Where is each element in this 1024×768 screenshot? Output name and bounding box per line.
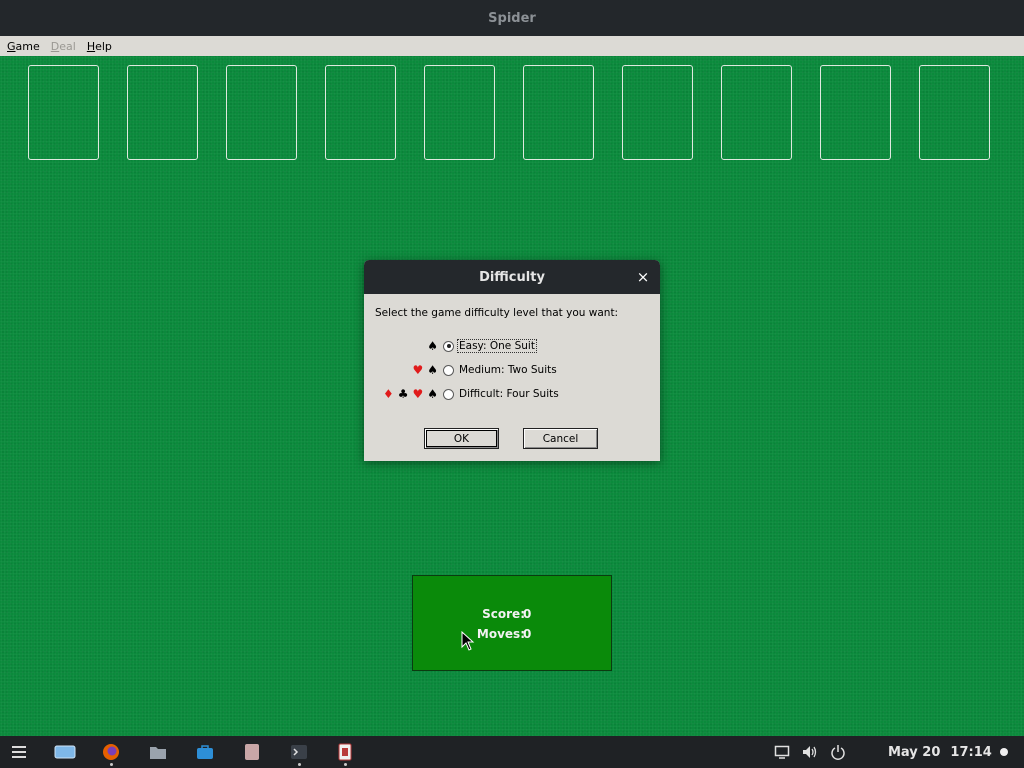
dialog-prompt: Select the game difficulty level that yo… — [375, 307, 619, 319]
spider-game-icon[interactable] — [335, 742, 355, 766]
zorin-menu-icon[interactable] — [9, 742, 29, 762]
ok-button[interactable]: OK — [424, 428, 499, 449]
option-medium[interactable]: ♥ ♠ Medium: Two Suits — [364, 361, 660, 379]
power-icon[interactable] — [829, 742, 847, 762]
diamond-icon: ♦ — [382, 387, 394, 401]
spade-icon: ♠ — [427, 339, 438, 353]
option-easy-label[interactable]: Easy: One Suit — [457, 339, 537, 353]
text-editor-icon[interactable] — [242, 742, 262, 762]
date-text: May 20 — [888, 744, 941, 760]
volume-icon[interactable] — [801, 742, 819, 762]
mouse-pointer-icon — [461, 631, 475, 651]
option-difficult-label[interactable]: Difficult: Four Suits — [458, 388, 560, 400]
clock[interactable]: May 20 17:14 — [888, 742, 992, 762]
software-store-icon[interactable] — [195, 742, 215, 762]
running-indicator — [344, 763, 347, 766]
heart-icon: ♥ — [412, 363, 424, 377]
tableau-slot[interactable] — [919, 65, 990, 160]
radio-medium[interactable] — [443, 364, 454, 376]
score-panel: Score: 0 Moves: 0 — [412, 575, 612, 671]
club-icon: ♣ — [397, 387, 409, 401]
radio-difficult[interactable] — [443, 388, 454, 400]
heart-icon: ♥ — [412, 387, 424, 401]
menu-game[interactable]: Game — [4, 40, 43, 53]
menu-deal[interactable]: Deal — [48, 40, 79, 53]
score-value: 0 — [523, 607, 532, 621]
tableau-slot[interactable] — [721, 65, 792, 160]
tableau-slot[interactable] — [424, 65, 495, 160]
tableau-slot[interactable] — [226, 65, 297, 160]
dialog-title: Difficulty — [479, 269, 545, 285]
option-suits: ♦ ♣ ♥ ♠ — [383, 387, 438, 401]
spade-icon: ♠ — [427, 387, 438, 401]
moves-label: Moves: — [476, 627, 525, 641]
window-title: Spider — [488, 10, 536, 26]
tableau-slot[interactable] — [622, 65, 693, 160]
menu-help[interactable]: Help — [84, 40, 115, 53]
dialog-header: Difficulty × — [364, 260, 660, 294]
files-icon[interactable] — [148, 742, 168, 762]
running-indicator — [298, 763, 301, 766]
score-label: Score: — [482, 607, 525, 621]
option-easy[interactable]: ♠ Easy: One Suit — [364, 337, 660, 355]
menu-bar: Game Deal Help — [0, 36, 1024, 56]
spade-icon: ♠ — [427, 363, 438, 377]
tableau-slot[interactable] — [523, 65, 594, 160]
running-indicator — [110, 763, 113, 766]
moves-value: 0 — [523, 627, 532, 641]
workspace-icon[interactable] — [54, 742, 76, 762]
option-suits: ♠ — [427, 339, 438, 353]
tableau-slot[interactable] — [325, 65, 396, 160]
notification-dot-icon[interactable] — [998, 742, 1010, 762]
taskbar: May 20 17:14 — [0, 736, 1024, 768]
tableau-slot[interactable] — [28, 65, 99, 160]
window-titlebar: Spider — [0, 0, 1024, 36]
cancel-button[interactable]: Cancel — [523, 428, 598, 449]
terminal-icon[interactable] — [289, 742, 309, 766]
time-text: 17:14 — [950, 744, 992, 760]
option-medium-label[interactable]: Medium: Two Suits — [458, 364, 558, 376]
tableau-slot[interactable] — [127, 65, 198, 160]
option-suits: ♥ ♠ — [412, 363, 438, 377]
difficulty-dialog: Difficulty × Select the game difficulty … — [364, 260, 660, 461]
screen-icon[interactable] — [773, 742, 791, 762]
radio-easy[interactable] — [443, 340, 454, 352]
option-difficult[interactable]: ♦ ♣ ♥ ♠ Difficult: Four Suits — [364, 385, 660, 403]
firefox-icon[interactable] — [101, 742, 121, 766]
close-icon[interactable]: × — [636, 269, 650, 285]
tableau-slot[interactable] — [820, 65, 891, 160]
